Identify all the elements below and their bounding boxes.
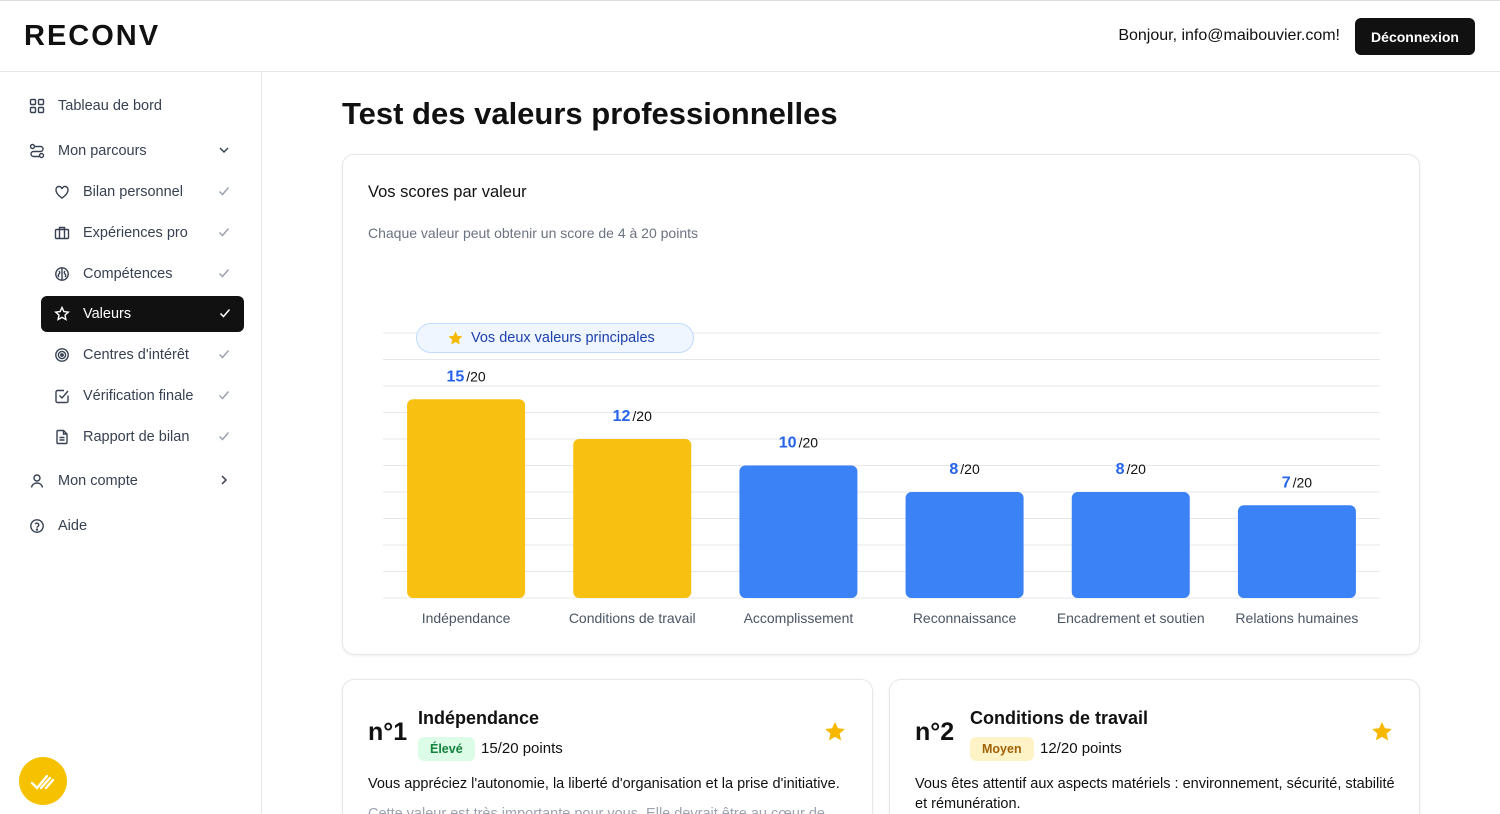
bar (407, 399, 526, 598)
app-logo[interactable]: RECONV (24, 20, 160, 53)
category-label: Indépendance (422, 610, 511, 626)
rank-description: Vous êtes attentif aux aspects matériels… (915, 776, 1395, 812)
rank-detail: Cette valeur est très importante pour vo… (368, 806, 825, 814)
page-title: Test des valeurs professionnelles (342, 96, 838, 131)
bar-value-label: 8/20 (1116, 461, 1147, 478)
sidebar-item-mon-compte[interactable]: Mon compte (28, 463, 243, 499)
rank-number: n°1 (368, 718, 408, 746)
logout-button[interactable]: Déconnexion (1355, 18, 1475, 55)
level-badge: Moyen (970, 737, 1034, 761)
briefcase-icon (53, 224, 71, 242)
rank-card-2: n°2 Conditions de travail Moyen 12/20 po… (889, 679, 1420, 814)
check-scribble-icon (30, 774, 55, 790)
check-icon (218, 306, 232, 320)
star-icon (53, 305, 71, 323)
bar-value-label: 8/20 (949, 461, 980, 478)
scores-bar-chart: 15/20 Indépendance 12/20 Conditions de trav… (383, 332, 1380, 626)
highlight-label: Vos deux valeurs principales (471, 330, 655, 346)
bar-value-label: 12/20 (613, 408, 652, 425)
sidebar-item-rapport-de-bilan[interactable]: Rapport de bilan (53, 419, 243, 455)
sidebar-item-verification-finale[interactable]: Vérification finale (53, 378, 243, 414)
check-icon (217, 184, 231, 198)
star-icon (825, 722, 845, 741)
check-icon (217, 429, 231, 443)
category-label: Encadrement et soutien (1057, 610, 1205, 626)
sidebar-item-label: Tableau de bord (58, 98, 162, 114)
check-icon (217, 225, 231, 239)
top-bar: RECONV Bonjour, info@maibouvier.com! Déc… (0, 0, 1500, 72)
chevron-right-icon[interactable] (217, 473, 231, 487)
sidebar-item-label: Bilan personnel (83, 184, 183, 200)
sidebar-item-centres-interet[interactable]: Centres d'intérêt (53, 337, 243, 373)
star-icon (448, 331, 463, 345)
sidebar-item-experiences-pro[interactable]: Expériences pro (53, 215, 243, 251)
user-greeting: Bonjour, info@maibouvier.com! (1118, 27, 1340, 44)
bar-value-label: 7/20 (1282, 474, 1313, 491)
level-badge: Élevé (418, 737, 475, 761)
checkbox-icon (53, 387, 71, 405)
grid-icon (28, 97, 46, 115)
rank-value-name: Conditions de travail (970, 708, 1149, 728)
category-label: Relations humaines (1235, 610, 1358, 626)
sidebar-item-label: Valeurs (83, 306, 132, 322)
bar (1237, 505, 1356, 598)
sidebar-item-aide[interactable]: Aide (28, 508, 243, 544)
sidebar: Tableau de bord Mon parcours Bilan perso… (0, 72, 262, 814)
sidebar-item-valeurs[interactable]: Valeurs (41, 296, 244, 332)
rank-value-name: Indépendance (418, 708, 540, 728)
bar (905, 492, 1024, 598)
star-icon (1372, 722, 1392, 741)
document-icon (53, 428, 71, 446)
bar (1071, 492, 1190, 598)
check-icon (217, 347, 231, 361)
check-icon (217, 266, 231, 280)
rank-card-1: n°1 Indépendance Élevé 15/20 points Vous… (342, 679, 873, 814)
sidebar-item-mon-parcours[interactable]: Mon parcours (28, 133, 243, 169)
sidebar-item-label: Mon parcours (58, 143, 147, 159)
bar-value-label: 10/20 (779, 435, 818, 452)
check-icon (217, 388, 231, 402)
bar (573, 439, 692, 598)
sidebar-item-label: Vérification finale (83, 388, 194, 404)
top-values-highlight: Vos deux valeurs principales (416, 323, 694, 353)
target-icon (53, 346, 71, 364)
category-label: Conditions de travail (569, 610, 696, 626)
rank-number: n°2 (915, 718, 955, 746)
rank-description: Vous appréciez l'autonomie, la liberté d… (368, 776, 840, 792)
heart-icon (53, 183, 71, 201)
sidebar-item-bilan-personnel[interactable]: Bilan personnel (53, 174, 243, 210)
category-label: Accomplissement (744, 610, 854, 626)
route-icon (28, 142, 46, 160)
brain-icon (53, 265, 71, 283)
sidebar-item-label: Aide (58, 518, 88, 534)
sidebar-item-competences[interactable]: Compétences (53, 256, 243, 292)
chevron-down-icon[interactable] (217, 143, 231, 157)
sidebar-item-label: Mon compte (58, 473, 138, 489)
sidebar-item-label: Compétences (83, 266, 173, 282)
rank-points: 12/20 points (1040, 740, 1122, 757)
bar (739, 465, 858, 598)
rank-points: 15/20 points (481, 740, 563, 757)
sidebar-item-label: Rapport de bilan (83, 429, 190, 445)
category-label: Reconnaissance (913, 610, 1017, 626)
sidebar-item-dashboard[interactable]: Tableau de bord (28, 88, 243, 124)
sidebar-item-label: Centres d'intérêt (83, 347, 189, 363)
sidebar-item-label: Expériences pro (83, 225, 188, 241)
bar-value-label: 15/20 (446, 368, 485, 385)
feedback-button[interactable] (19, 757, 67, 805)
user-icon (28, 472, 46, 490)
scores-chart-card: Vos scores par valeur Chaque valeur peut… (342, 154, 1420, 655)
help-circle-icon (28, 517, 46, 535)
